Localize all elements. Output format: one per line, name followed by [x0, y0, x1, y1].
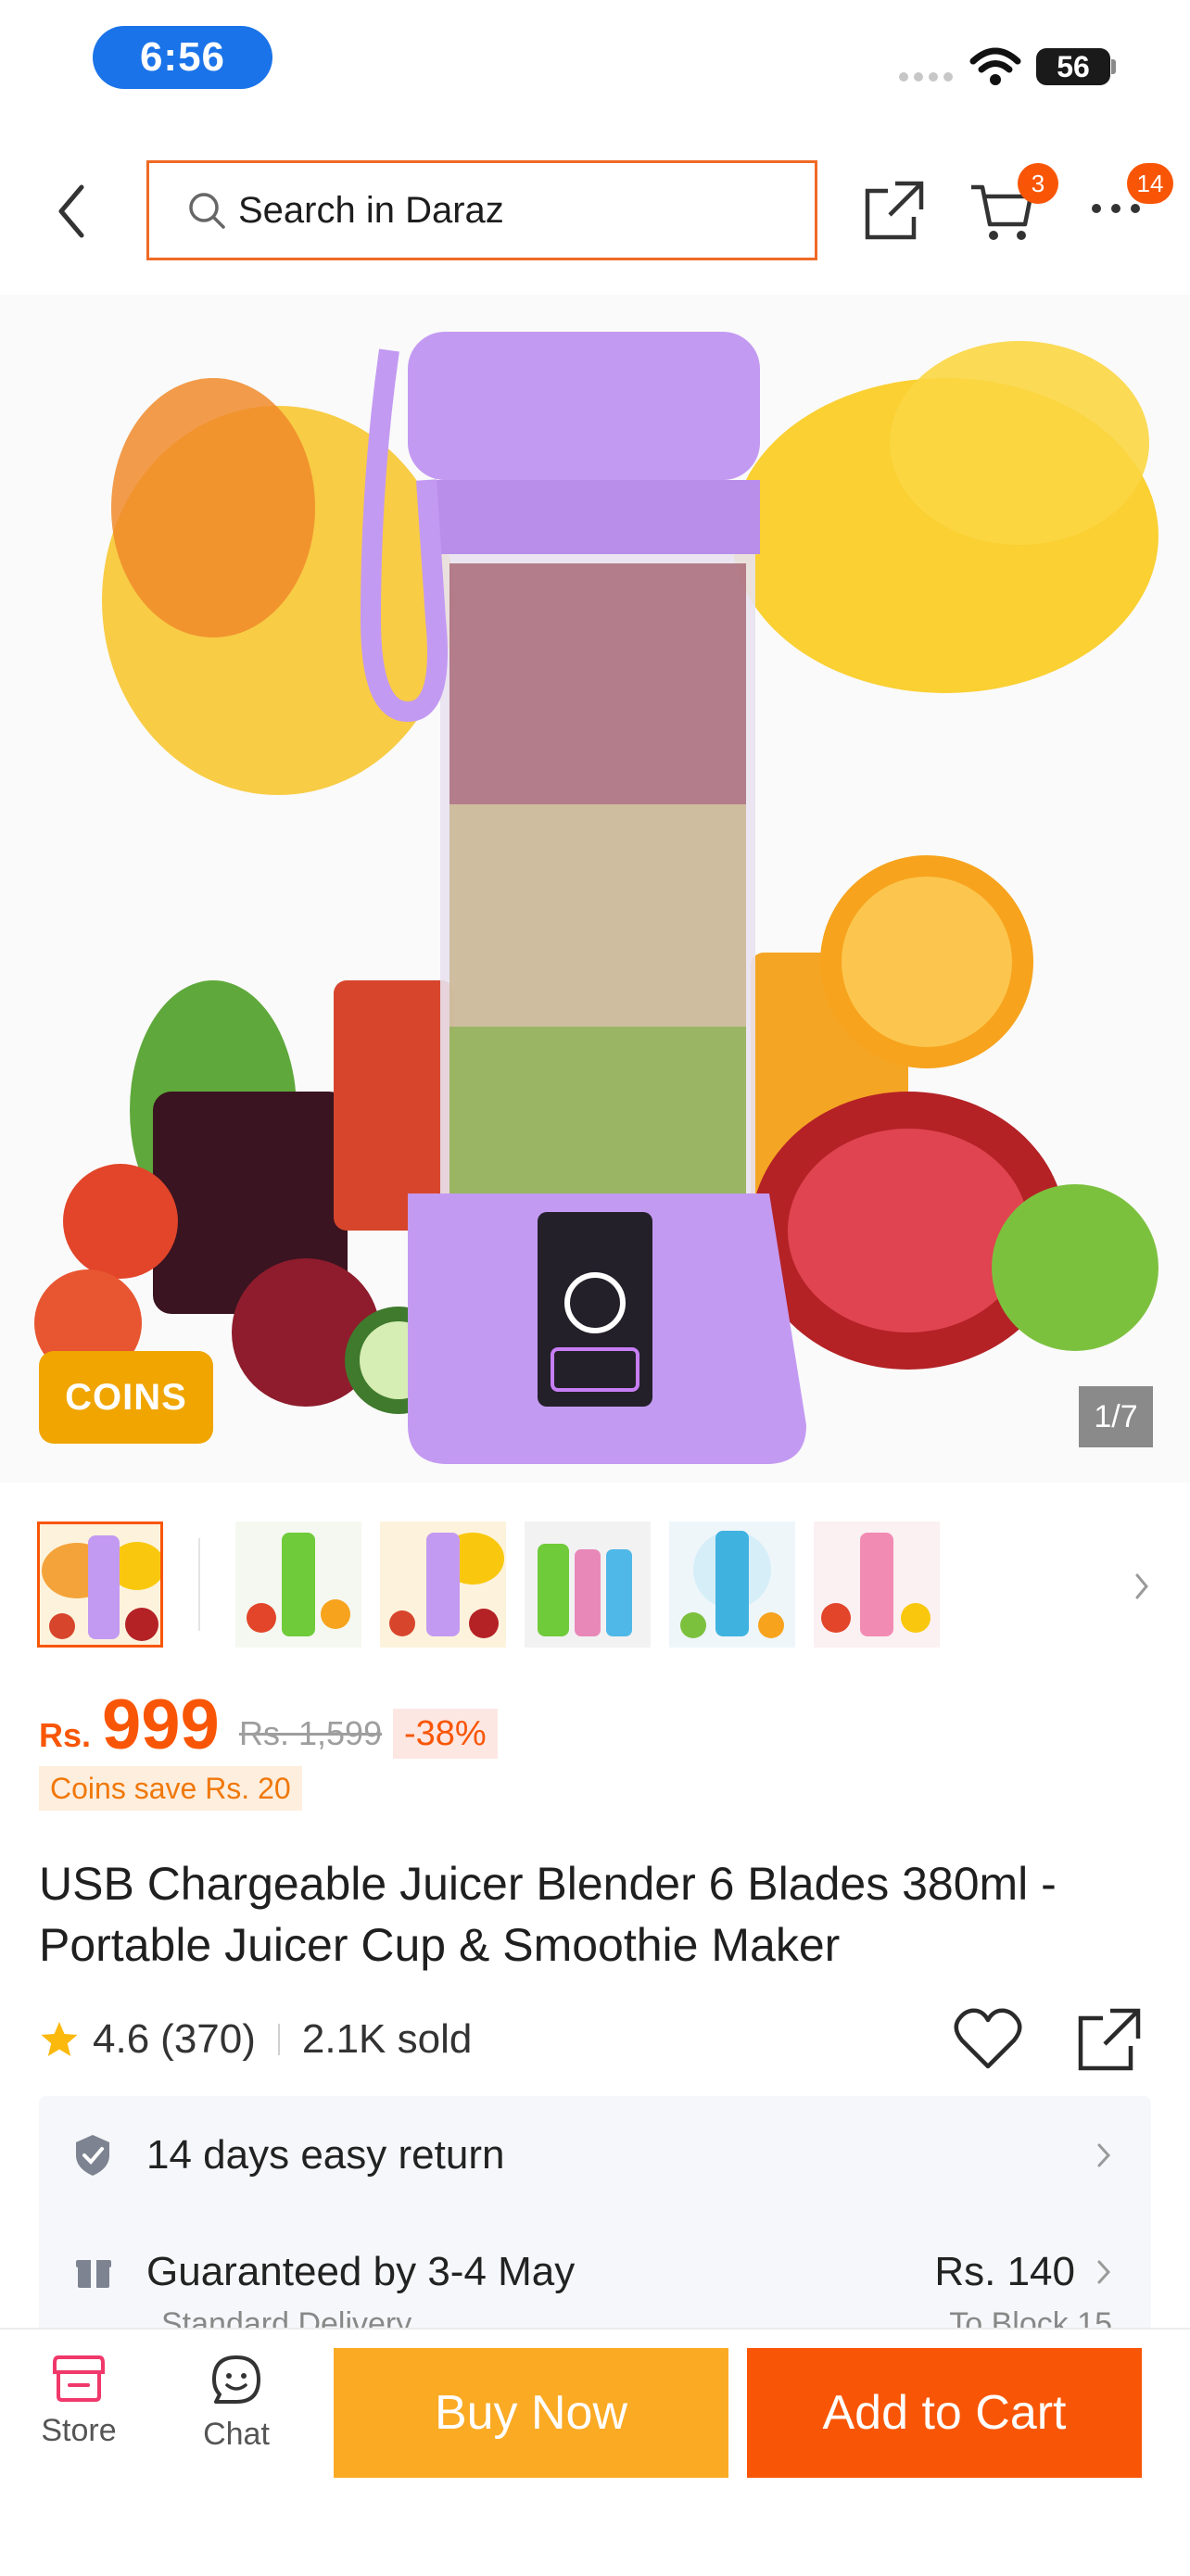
rating-divider	[277, 2024, 280, 2055]
product-image[interactable]	[0, 295, 1190, 1483]
battery-indicator: 56	[1036, 48, 1110, 85]
thumbnail-image	[40, 1524, 160, 1645]
chat-label: Chat	[203, 2417, 270, 2452]
thumbnail-5[interactable]	[669, 1522, 795, 1648]
thumbnail-4[interactable]	[525, 1522, 651, 1648]
wifi-icon	[969, 47, 1021, 85]
sold-count: 2.1K sold	[301, 2016, 473, 2062]
thumbnail-image	[380, 1522, 506, 1648]
chevron-right-icon	[1097, 2143, 1111, 2167]
price-currency: Rs.	[39, 1716, 92, 1754]
battery-tip	[1111, 59, 1116, 74]
share-product-icon[interactable]	[1075, 2005, 1144, 2074]
thumbnail-image	[669, 1522, 795, 1648]
cart-count-badge: 3	[1018, 163, 1058, 204]
store-button[interactable]: Store	[19, 2354, 139, 2449]
cellular-signal-icon	[899, 72, 953, 82]
services-panel: 14 days easy return Guaranteed by 3-4 Ma…	[39, 2096, 1151, 2337]
thumbnail-6[interactable]	[814, 1522, 940, 1648]
chevron-right-icon	[1097, 2260, 1111, 2284]
return-text: 14 days easy return	[146, 2132, 505, 2178]
search-icon	[189, 193, 225, 229]
share-icon[interactable]	[862, 178, 927, 243]
review-count: (370)	[160, 2016, 256, 2062]
thumbnail-image	[525, 1522, 651, 1648]
store-icon	[53, 2355, 105, 2402]
rating-value: 4.6	[93, 2016, 150, 2062]
store-label: Store	[41, 2413, 117, 2448]
thumbnail-divider	[198, 1538, 200, 1631]
more-count-badge: 14	[1127, 163, 1173, 204]
package-icon	[76, 2260, 111, 2288]
buy-now-button[interactable]: Buy Now	[334, 2348, 728, 2478]
status-time: 6:56	[93, 26, 272, 89]
thumbnail-image	[814, 1522, 940, 1648]
more-icon[interactable]	[1090, 202, 1142, 215]
thumbnails-next-icon[interactable]	[1133, 1572, 1151, 1601]
return-policy-row[interactable]: 14 days easy return	[39, 2128, 1151, 2183]
shield-check-icon	[76, 2135, 109, 2176]
price-current: 999	[102, 1686, 220, 1764]
back-arrow-icon[interactable]	[54, 182, 91, 241]
search-input[interactable]: Search in Daraz	[146, 160, 817, 260]
star-icon	[41, 2022, 78, 2056]
coins-badge: COINS	[39, 1351, 213, 1444]
delivery-text: Guaranteed by 3-4 May	[146, 2249, 576, 2294]
thumbnail-1[interactable]	[37, 1522, 163, 1648]
image-page-indicator: 1/7	[1079, 1386, 1153, 1447]
price-original: Rs. 1,599	[239, 1714, 383, 1752]
chat-button[interactable]: Chat	[176, 2354, 297, 2453]
product-title: USB Chargeable Juicer Blender 6 Blades 3…	[39, 1858, 1057, 1971]
delivery-row[interactable]: Guaranteed by 3-4 May Rs. 140	[39, 2244, 1151, 2300]
chat-icon	[212, 2355, 260, 2404]
discount-badge: -38%	[393, 1709, 498, 1759]
coins-save-label: Coins save Rs. 20	[39, 1766, 302, 1811]
thumbnail-2[interactable]	[235, 1522, 361, 1648]
thumbnail-image	[235, 1522, 361, 1648]
thumbnail-3[interactable]	[380, 1522, 506, 1648]
delivery-price: Rs. 140	[934, 2249, 1075, 2294]
juicer-product-illustration	[34, 332, 1158, 1464]
add-to-cart-button[interactable]: Add to Cart	[747, 2348, 1142, 2478]
search-placeholder: Search in Daraz	[238, 189, 504, 231]
wishlist-heart-icon[interactable]	[953, 2007, 1023, 2072]
rating-row[interactable]: 4.6 (370) 2.1K sold	[39, 2009, 472, 2070]
